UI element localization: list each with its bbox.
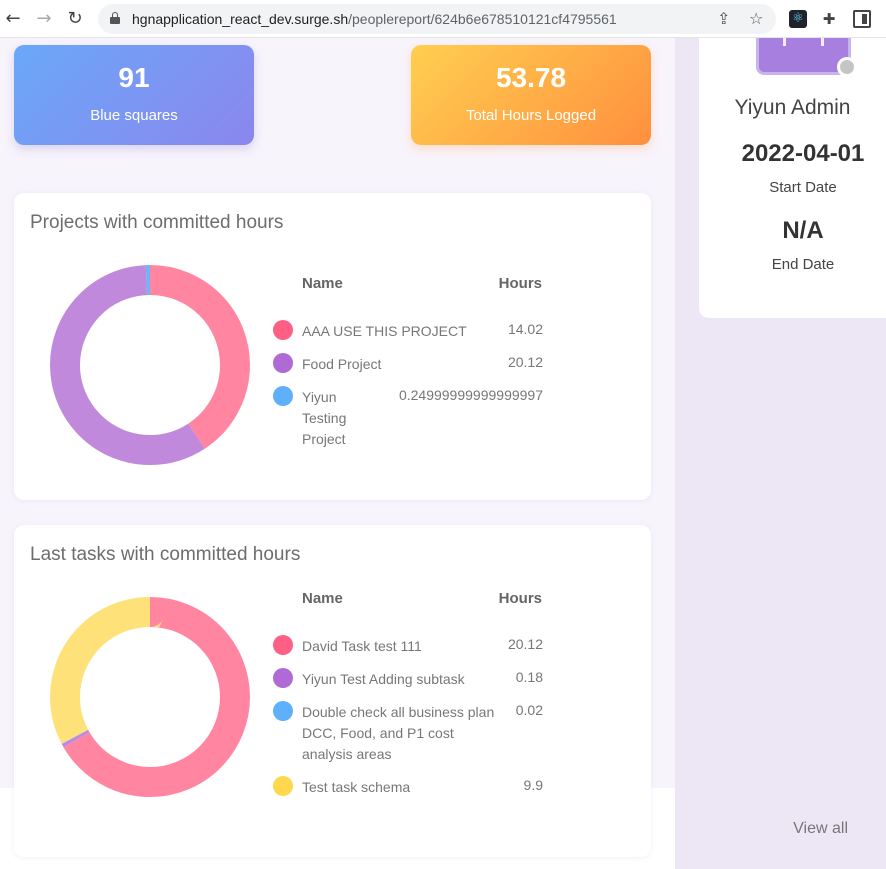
project-name: Yiyun Testing Project — [302, 389, 347, 447]
view-all-link[interactable]: View all — [793, 820, 848, 838]
react-devtools-icon[interactable]: ⚛ — [789, 10, 807, 28]
tasks-card: Last tasks with committed hours Name Hou… — [14, 525, 651, 857]
projects-name-header: Name — [302, 275, 343, 292]
status-indicator — [837, 57, 857, 77]
total-hours-card: 53.78 Total Hours Logged — [411, 45, 651, 145]
task-name: Test task schema — [302, 779, 411, 795]
projects-card: Projects with committed hours Name Hours… — [14, 193, 651, 500]
task-hours: 0.18 — [515, 669, 543, 685]
legend-dot — [273, 386, 293, 406]
url-path: /peoplereport/624b6e678510121cf4795561 — [348, 11, 617, 27]
share-icon[interactable]: ⇪ — [717, 9, 730, 28]
url-text: hgnapplication_react_dev.surge.sh/people… — [132, 11, 617, 27]
url-host: hgnapplication_react_dev.surge.sh — [132, 11, 349, 27]
project-hours: 20.12 — [507, 354, 543, 370]
project-name: Food Project — [302, 356, 382, 372]
blue-squares-label: Blue squares — [90, 107, 178, 124]
extensions-puzzle-icon[interactable]: ✚ — [820, 10, 838, 28]
task-hours: 0.02 — [515, 702, 543, 718]
reload-icon[interactable]: ↻ — [64, 8, 86, 30]
projects-card-title: Projects with committed hours — [30, 212, 284, 233]
tasks-donut-chart — [50, 597, 250, 797]
end-date-label: End Date — [771, 256, 835, 273]
profile-card — [699, 38, 886, 318]
browser-toolbar: ← → ↻ hgnapplication_react_dev.surge.sh/… — [0, 0, 886, 38]
tasks-hours-header: Hours — [498, 590, 542, 607]
blue-squares-card: 91 Blue squares — [14, 45, 254, 145]
task-hours: 9.9 — [523, 777, 543, 793]
tasks-card-title: Last tasks with committed hours — [30, 544, 301, 565]
profile-name: Yiyun Admin — [734, 96, 851, 119]
total-hours-label: Total Hours Logged — [465, 107, 597, 124]
forward-icon[interactable]: → — [33, 8, 55, 30]
end-date-value: N/A — [782, 217, 824, 244]
task-name: Double check all business plan DCC, Food… — [302, 704, 495, 762]
legend-dot — [273, 701, 293, 721]
task-hours: 20.12 — [507, 636, 543, 652]
total-hours-value: 53.78 — [495, 62, 567, 93]
start-date-label: Start Date — [769, 179, 837, 196]
legend-dot — [273, 668, 293, 688]
address-bar[interactable]: hgnapplication_react_dev.surge.sh/people… — [98, 4, 776, 34]
project-hours: 0.24999999999999997 — [398, 387, 543, 403]
project-name: AAA USE THIS PROJECT — [302, 323, 467, 339]
blue-squares-value: 91 — [118, 62, 150, 93]
legend-dot — [273, 776, 293, 796]
bookmark-star-icon[interactable]: ☆ — [749, 9, 763, 28]
legend-dot — [273, 635, 293, 655]
back-icon[interactable]: ← — [2, 8, 24, 30]
legend-dot — [273, 353, 293, 373]
projects-hours-header: Hours — [498, 275, 542, 292]
start-date-value: 2022-04-01 — [741, 140, 865, 167]
task-name: David Task test 111 — [302, 638, 422, 654]
legend-dot — [273, 320, 293, 340]
side-panel-icon[interactable] — [853, 10, 871, 28]
task-name: Yiyun Test Adding subtask — [302, 671, 465, 687]
lock-icon — [110, 12, 120, 24]
project-hours: 14.02 — [507, 321, 543, 337]
tasks-name-header: Name — [302, 590, 343, 607]
projects-donut-chart — [50, 265, 250, 465]
